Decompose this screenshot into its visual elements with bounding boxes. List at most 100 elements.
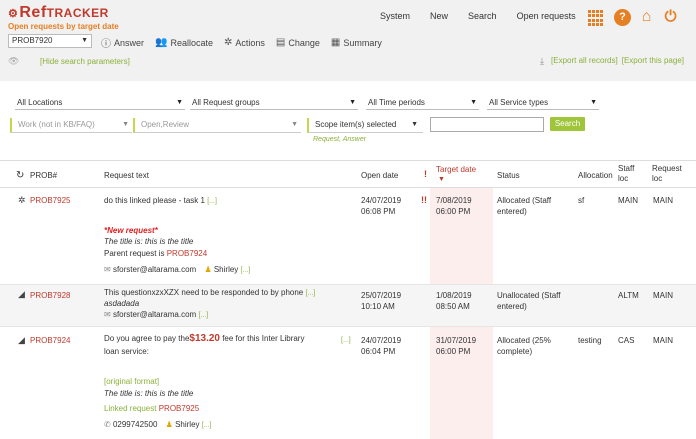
table-header: ↻ PROB# Request text Open date ! Target … [0, 160, 696, 188]
expand-link[interactable]: [...] [241, 267, 251, 274]
request-subtext: asdadada [104, 299, 140, 308]
scope-summary: Request, Answer [313, 136, 367, 143]
home-icon[interactable]: ⌂ [638, 9, 655, 26]
request-text: do this linked please - task 1 [...] [104, 196, 217, 205]
caret-down-icon: ▼ [470, 99, 477, 106]
contact-line: ✆ 0299742500 ♟ Shirley [...] [104, 419, 212, 431]
nav-system[interactable]: System [380, 11, 410, 21]
caret-down-icon: ▼ [81, 37, 88, 44]
original-format-link[interactable]: [original format] [104, 376, 159, 387]
power-icon[interactable]: ⏻ [662, 9, 679, 26]
linked-request: Linked request PROB7925 [104, 404, 200, 413]
request-text: Do you agree to pay the$13.20 fee for th… [104, 333, 305, 344]
allocation: sf [578, 196, 585, 205]
request-loc: MAIN [653, 336, 673, 345]
mail-icon: ✉ [104, 265, 111, 274]
open-date: 24/07/2019 [361, 196, 402, 205]
caret-down-icon: ▼ [176, 99, 183, 106]
summary-button[interactable]: ▦ Summary [331, 35, 382, 50]
puzzle-icon: ✲ [18, 195, 26, 205]
work-select[interactable]: Work (not in KB/FAQ) ▼ [10, 118, 132, 133]
action-toolbar: ⓘ Answer 👥 Reallocate ✲ Actions ▤ Change… [101, 35, 393, 50]
col-request-text[interactable]: Request text [104, 171, 149, 180]
col-request-loc[interactable]: Request loc [652, 164, 682, 184]
prob-link[interactable]: PROB7928 [30, 290, 70, 301]
page-subtitle: Open requests by target date [8, 22, 119, 31]
col-allocation[interactable]: Allocation [578, 171, 613, 180]
request-loc: MAIN [653, 196, 673, 205]
expand-link[interactable]: [...] [198, 312, 208, 319]
actions-button[interactable]: ✲ Actions [224, 35, 265, 50]
search-input[interactable] [430, 117, 544, 132]
export-links: ⤓ [Export all records] [Export this page… [536, 56, 684, 67]
table-row[interactable]: ✲ PROB7925 do this linked please - task … [0, 189, 696, 285]
expand-link[interactable]: [...] [207, 198, 217, 205]
service-types-select[interactable]: All Service types ▼ [487, 96, 599, 110]
search-params-bar: 👁 [Hide search parameters] ⤓ [Export all… [8, 56, 696, 68]
reply-icon: ◢ [18, 335, 25, 345]
reftracker-logo[interactable]: ⚙RefTRACKER [8, 4, 109, 22]
nav-open-requests[interactable]: Open requests [517, 11, 576, 21]
prob-link[interactable]: PROB7924 [30, 335, 70, 346]
expand-link[interactable]: [...] [305, 290, 315, 297]
prob-select[interactable]: PROB7920 ▼ [8, 34, 92, 48]
prob-link[interactable]: PROB7925 [30, 195, 70, 206]
staff-loc: MAIN [618, 196, 638, 205]
tools-icon: ✲ [224, 37, 233, 48]
priority-flag-icon: ! [424, 169, 427, 179]
email-text: sforster@altarama.com [112, 265, 197, 274]
target-date: 31/07/2019 [436, 336, 477, 345]
target-date: 7/08/2019 [436, 196, 472, 205]
help-icon[interactable]: ? [614, 9, 631, 26]
reply-icon: ◢ [18, 289, 25, 299]
edit-icon: ▤ [275, 37, 286, 48]
caret-down-icon: ▼ [590, 99, 597, 106]
request-groups-select[interactable]: All Request groups ▼ [190, 96, 358, 110]
nav-new[interactable]: New [430, 11, 448, 21]
person-name: Shirley [213, 265, 239, 274]
open-time: 10:10 AM [361, 302, 395, 311]
nav-search[interactable]: Search [468, 11, 497, 21]
scope-select[interactable]: Scope item(s) selected ▼ [307, 118, 423, 133]
col-target-date[interactable]: Target date [436, 165, 476, 174]
answer-button[interactable]: ⓘ Answer [101, 35, 144, 51]
col-open-date[interactable]: Open date [361, 171, 398, 180]
target-time: 06:00 PM [436, 347, 471, 356]
hide-search-params-link[interactable]: [Hide search parameters] [40, 57, 130, 66]
caret-down-icon: ▼ [291, 121, 298, 128]
summary-icon: ▦ [330, 37, 341, 48]
col-prob[interactable]: PROB# [30, 171, 57, 180]
eye-icon[interactable]: 👁 [8, 56, 19, 67]
caret-down-icon: ▼ [349, 99, 356, 106]
allocation: testing [578, 336, 602, 345]
status-select[interactable]: Open,Review ▼ [133, 118, 301, 133]
overdue-icon: !! [421, 195, 427, 205]
export-page-link[interactable]: [Export this page] [622, 56, 684, 67]
apps-grid-icon[interactable] [588, 10, 604, 26]
table-row[interactable]: ◢ PROB7924 Do you agree to pay the$13.20… [0, 327, 696, 439]
linked-request-link[interactable]: PROB7925 [159, 404, 199, 413]
open-time: 06:04 PM [361, 347, 396, 356]
expand-link[interactable]: [...] [341, 335, 351, 346]
search-button[interactable]: Search [550, 117, 585, 131]
change-button[interactable]: ▤ Change [276, 35, 320, 50]
parent-request-link[interactable]: PROB7924 [167, 249, 207, 258]
expand-link[interactable]: [...] [202, 422, 212, 429]
staff-loc: CAS [618, 336, 635, 345]
contact-line: ✉ sforster@altarama.com ♟ Shirley [...] [104, 264, 250, 276]
mail-icon: ✉ [104, 310, 111, 319]
time-periods-select[interactable]: All Time periods ▼ [366, 96, 479, 110]
person-icon: ♟ [204, 265, 212, 274]
title-line: The title is: this is the title [104, 237, 194, 246]
col-status[interactable]: Status [497, 171, 520, 180]
target-date: 1/08/2019 [436, 291, 472, 300]
table-row[interactable]: ◢ PROB7928 This questionxzxXZX need to b… [0, 285, 696, 327]
locations-select[interactable]: All Locations ▼ [15, 96, 185, 110]
export-all-link[interactable]: [Export all records] [551, 56, 618, 67]
caret-down-icon: ▼ [122, 121, 129, 128]
new-request-label: *New request* [104, 226, 158, 235]
col-staff-loc[interactable]: Staff loc [618, 164, 634, 184]
refresh-icon[interactable]: ↻ [16, 170, 24, 181]
person-icon: ♟ [165, 420, 173, 429]
reallocate-button[interactable]: 👥 Reallocate [155, 35, 213, 50]
